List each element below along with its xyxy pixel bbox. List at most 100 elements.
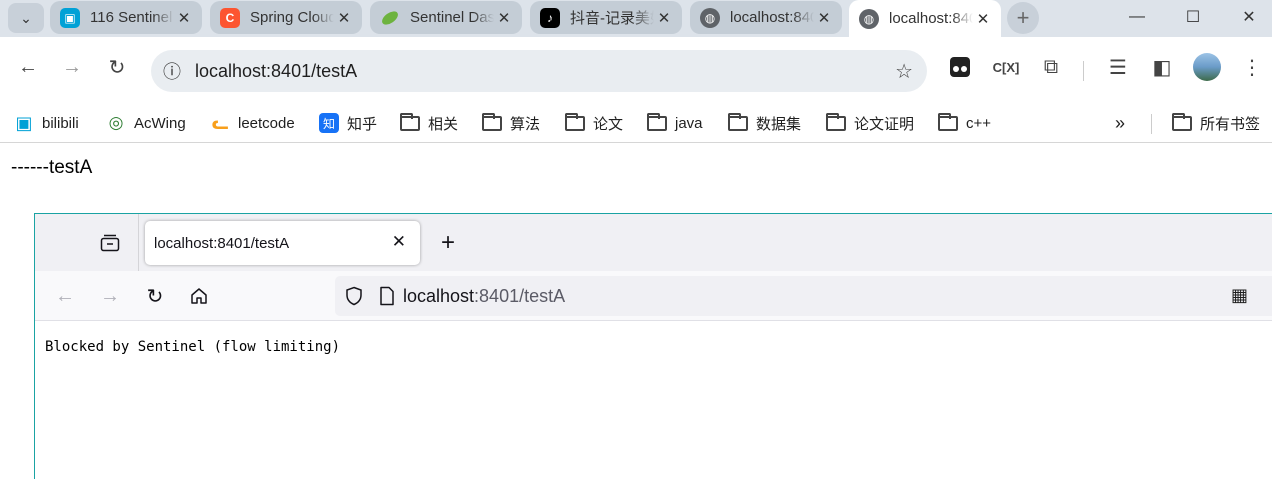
side-panel-button[interactable]: ◧ xyxy=(1146,51,1178,83)
new-tab-button[interactable]: + xyxy=(435,229,461,257)
tab[interactable]: C Spring Cloud ✕ xyxy=(210,1,362,34)
leetcode-icon: ᓚ xyxy=(211,112,229,133)
bookmark-folder[interactable]: java xyxy=(647,110,703,136)
tab[interactable]: ▣ 116 Sentinel ✕ xyxy=(50,1,202,34)
new-tab-button[interactable]: + xyxy=(1007,2,1039,34)
profile-button[interactable] xyxy=(1191,51,1223,83)
page-text: ------testA xyxy=(11,157,93,178)
bookmark-item[interactable]: ◎ AcWing xyxy=(106,110,186,136)
firefox-url-bar[interactable]: localhost:8401/testA ▦ xyxy=(335,276,1272,316)
folder-icon xyxy=(565,112,585,133)
cx-icon: C[X] xyxy=(992,59,1020,75)
avatar xyxy=(1193,53,1221,81)
bookmark-label: 知乎 xyxy=(347,115,378,133)
site-info-icon[interactable]: ⓘ xyxy=(151,58,193,84)
zhihu-icon: 知 xyxy=(319,113,339,133)
bookmark-label: java xyxy=(675,114,703,132)
bookmark-label: 相关 xyxy=(428,115,459,133)
globe-icon: ◍ xyxy=(859,8,879,29)
extension-tampermonkey-button[interactable] xyxy=(944,51,976,83)
bookmark-label: leetcode xyxy=(238,114,295,132)
globe-icon: ◍ xyxy=(700,7,720,28)
media-queue-icon: ☰ xyxy=(1109,56,1127,79)
folder-icon xyxy=(482,112,502,133)
close-icon[interactable]: ✕ xyxy=(334,9,354,27)
more-vert-icon: ⋮ xyxy=(1242,56,1262,79)
bookmark-folder[interactable]: 论文证明 xyxy=(826,110,914,136)
puzzle-icon: ⧉ xyxy=(1043,55,1059,78)
bilibili-icon: ▣ xyxy=(15,112,33,133)
close-icon[interactable]: ✕ xyxy=(654,9,674,27)
bookmark-item[interactable]: ▣ bilibili xyxy=(14,110,78,136)
tab-bar-divider xyxy=(138,214,139,271)
bookmark-label: 论文 xyxy=(593,115,624,133)
bookmark-folder[interactable]: 数据集 xyxy=(728,110,801,136)
maximize-button[interactable]: ☐ xyxy=(1170,0,1216,34)
arrow-left-icon: ← xyxy=(18,55,38,78)
all-bookmarks-button[interactable]: 所有书签 xyxy=(1172,110,1260,136)
bookmark-item[interactable]: 知 知乎 xyxy=(319,110,377,136)
tab-active[interactable]: ◍ localhost:8401 ✕ xyxy=(849,0,1001,37)
reload-button[interactable]: ↻ xyxy=(143,284,167,308)
close-icon[interactable]: ✕ xyxy=(174,9,194,27)
tab-search-button[interactable]: ⌄ xyxy=(8,3,44,33)
firefox-nav-bar: ← → ↻ localhost:8401/testA ▦ xyxy=(35,271,1272,321)
back-button[interactable]: ← xyxy=(12,51,44,83)
bookmark-folder[interactable]: 论文 xyxy=(565,110,623,136)
tiktok-icon: ♪ xyxy=(540,7,560,28)
reload-button[interactable]: ↻ xyxy=(101,51,133,83)
url-host: localhost xyxy=(403,285,475,306)
tab-title: localhost:8401/testA xyxy=(154,234,290,252)
menu-button[interactable]: ⋮ xyxy=(1236,51,1268,83)
tab-title: 抖音-记录美好生活 xyxy=(570,10,654,27)
extensions-button[interactable]: ⧉ xyxy=(1035,51,1067,83)
firefox-tab[interactable]: localhost:8401/testA ✕ xyxy=(145,221,420,265)
close-icon[interactable]: ✕ xyxy=(494,9,514,27)
bookmarks-bar: ▣ bilibili ◎ AcWing ᓚ leetcode 知 知乎 相关 算… xyxy=(0,104,1272,143)
address-text[interactable]: localhost:8401/testA xyxy=(195,61,357,82)
page-icon[interactable] xyxy=(377,286,397,306)
page-body-text: Blocked by Sentinel (flow limiting) xyxy=(45,339,341,355)
minimize-button[interactable]: — xyxy=(1114,0,1160,34)
firefox-view-button[interactable] xyxy=(99,232,121,254)
folder-icon xyxy=(938,112,958,133)
bookmark-folder[interactable]: c++ xyxy=(938,110,991,136)
folder-icon xyxy=(826,112,846,133)
bookmark-label: c++ xyxy=(966,114,992,132)
tab[interactable]: Sentinel Dashboard ✕ xyxy=(370,1,522,34)
chevron-double-right-icon: » xyxy=(1115,112,1126,133)
shield-icon[interactable] xyxy=(343,286,365,306)
tampermonkey-icon xyxy=(950,57,970,77)
url-text[interactable]: localhost:8401/testA xyxy=(403,286,565,307)
spring-leaf-icon xyxy=(380,8,400,28)
qr-code-icon[interactable]: ▦ xyxy=(1231,285,1248,306)
address-bar[interactable]: ⓘ localhost:8401/testA ☆ xyxy=(151,50,927,92)
bookmark-star-icon[interactable]: ☆ xyxy=(895,59,913,84)
home-button[interactable] xyxy=(187,284,211,308)
tab[interactable]: ♪ 抖音-记录美好生活 ✕ xyxy=(530,1,682,34)
bookmark-label: AcWing xyxy=(134,114,186,132)
more-bookmarks-button[interactable]: » xyxy=(1115,110,1125,136)
close-icon[interactable]: ✕ xyxy=(973,10,993,28)
bookmark-item[interactable]: ᓚ leetcode xyxy=(210,110,295,136)
toolbar-divider xyxy=(1083,61,1084,81)
extension-cx-button[interactable]: C[X] xyxy=(990,51,1022,83)
reading-list-button[interactable]: ☰ xyxy=(1102,51,1134,83)
tab[interactable]: ◍ localhost:8401 ✕ xyxy=(690,1,842,34)
forward-button[interactable]: → xyxy=(56,51,88,83)
url-path: :8401/testA xyxy=(474,285,566,306)
back-button[interactable]: ← xyxy=(53,284,77,308)
close-window-button[interactable]: ✕ xyxy=(1226,0,1272,34)
address-host: localhost xyxy=(195,60,267,81)
home-icon xyxy=(191,288,207,304)
tab-title: localhost:8401 xyxy=(730,9,814,26)
folder-icon xyxy=(400,112,420,133)
forward-button[interactable]: → xyxy=(98,284,122,308)
tab-title: localhost:8401 xyxy=(889,10,973,27)
bookmark-folder[interactable]: 算法 xyxy=(482,110,540,136)
close-icon[interactable]: ✕ xyxy=(392,232,406,252)
close-icon[interactable]: ✕ xyxy=(814,9,834,27)
arrow-right-icon: → xyxy=(62,55,82,78)
bookmark-folder[interactable]: 相关 xyxy=(400,110,458,136)
reload-icon: ↻ xyxy=(146,285,164,308)
